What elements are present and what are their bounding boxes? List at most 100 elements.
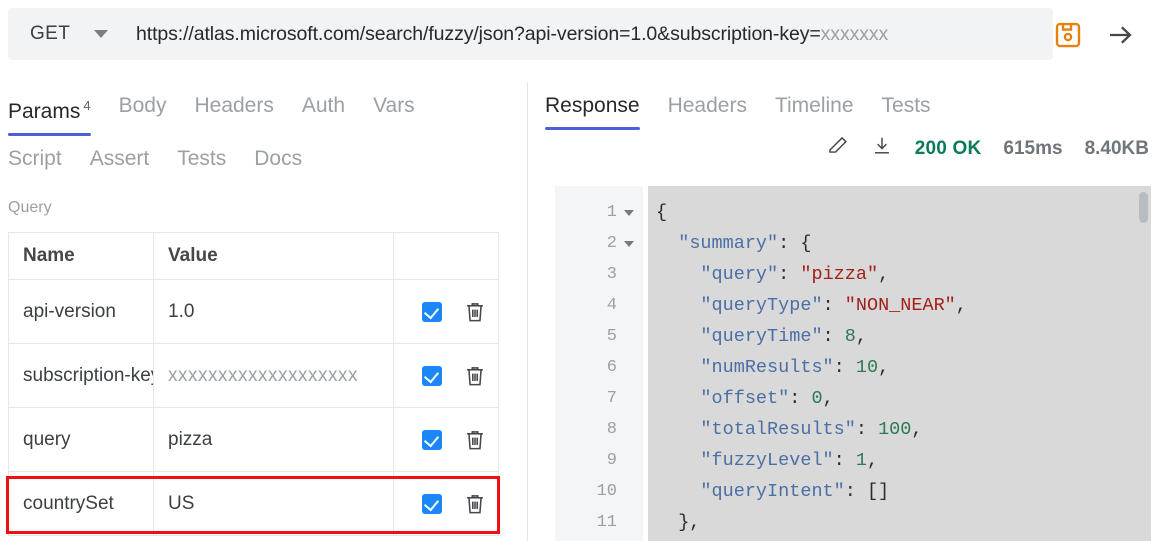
tab-headers[interactable]: Headers <box>194 92 287 120</box>
code-token: "summary" <box>678 233 779 254</box>
param-value-text: pizza <box>168 428 213 450</box>
code-token: : <box>778 264 801 285</box>
line-number-gutter: 1 2 3 4 5 6 7 8 9 10 11 <box>555 186 643 541</box>
trash-icon[interactable] <box>464 428 486 452</box>
chevron-down-icon[interactable] <box>624 209 634 216</box>
tab-response[interactable]: Response <box>545 92 654 130</box>
code-token: "pizza" <box>800 264 879 285</box>
response-size: 8.40KB <box>1084 137 1149 159</box>
param-enabled-checkbox[interactable] <box>422 365 442 386</box>
param-enabled-checkbox[interactable] <box>422 301 442 322</box>
param-actions <box>408 428 484 452</box>
code-line: "summary": { <box>648 228 1151 259</box>
tab-script-label: Script <box>8 147 62 170</box>
param-value-text: 1.0 <box>168 300 195 322</box>
code-token: : <box>833 357 856 378</box>
tab-body-label: Body <box>118 94 167 117</box>
http-method-select[interactable]: GET <box>8 8 136 60</box>
code-token: , <box>822 388 834 409</box>
chevron-down-icon[interactable] <box>624 240 634 247</box>
trash-icon[interactable] <box>464 364 486 388</box>
tab-docs[interactable]: Docs <box>254 145 316 173</box>
code-token: : [] <box>844 481 890 502</box>
param-enabled-checkbox[interactable] <box>422 493 442 514</box>
param-value-cell[interactable]: 1.0 <box>153 279 394 344</box>
eraser-icon[interactable] <box>827 135 849 162</box>
param-name-cell[interactable]: api-version <box>8 279 154 344</box>
code-line: "queryTime": 8, <box>648 321 1151 352</box>
table-row[interactable]: countrySet US <box>8 471 499 536</box>
code-line: }, <box>648 507 1151 538</box>
param-actions-cell <box>393 471 499 536</box>
line-number-text: 6 <box>606 358 617 377</box>
param-value-cell[interactable]: pizza <box>153 407 394 472</box>
line-number: 11 <box>555 507 643 538</box>
status-badge: 200 OK <box>914 137 982 159</box>
param-name-cell[interactable]: query <box>8 407 154 472</box>
tab-body[interactable]: Body <box>119 92 181 120</box>
request-tabs-secondary: Script Assert Tests Docs <box>8 145 330 173</box>
chevron-down-icon <box>94 30 109 38</box>
tab-vars[interactable]: Vars <box>373 92 429 120</box>
table-row[interactable]: query pizza <box>8 407 499 472</box>
tab-params[interactable]: Params 4 <box>8 92 105 136</box>
save-request-button[interactable] <box>1053 20 1083 50</box>
param-value-cell[interactable]: US <box>153 471 394 536</box>
code-token: : <box>822 326 845 347</box>
code-token: : { <box>778 233 812 254</box>
tab-assert[interactable]: Assert <box>90 145 164 173</box>
url-bar[interactable]: GET https://atlas.microsoft.com/search/f… <box>8 8 1053 60</box>
param-name-cell[interactable]: countrySet <box>8 471 154 536</box>
tab-docs-label: Docs <box>254 147 303 170</box>
code-token: , <box>911 419 923 440</box>
table-row[interactable]: api-version 1.0 <box>8 279 499 344</box>
tab-timeline[interactable]: Timeline <box>775 92 868 120</box>
tab-tests[interactable]: Tests <box>177 145 240 173</box>
code-vertical-scrollbar[interactable] <box>1139 192 1148 535</box>
json-code-area[interactable]: { "summary": { "query": "pizza", "queryT… <box>648 186 1151 541</box>
param-actions-cell <box>393 279 499 344</box>
code-token: , <box>855 326 867 347</box>
tab-response-headers[interactable]: Headers <box>668 92 761 120</box>
line-number-text: 3 <box>606 265 617 284</box>
code-token: , <box>866 450 879 471</box>
line-number-text: 8 <box>606 420 617 439</box>
param-name-cell[interactable]: subscription-key <box>8 343 154 408</box>
param-value-cell[interactable]: xxxxxxxxxxxxxxxxxxx <box>153 343 394 408</box>
url-input[interactable]: https://atlas.microsoft.com/search/fuzzy… <box>136 23 888 46</box>
column-header-value[interactable]: Value <box>153 232 394 280</box>
tab-assert-label: Assert <box>89 147 150 170</box>
tab-script[interactable]: Script <box>8 145 76 173</box>
code-token: , <box>878 264 890 285</box>
code-line: { <box>648 197 1151 228</box>
code-line: "query": "pizza", <box>648 259 1151 290</box>
query-params-body: api-version 1.0 subscription-key xxxxxxxxxx… <box>8 279 499 536</box>
column-header-name[interactable]: Name <box>8 232 154 280</box>
url-text-masked-key: xxxxxxx <box>820 22 889 45</box>
trash-icon[interactable] <box>464 300 486 324</box>
code-scrollbar-thumb[interactable] <box>1139 192 1148 223</box>
code-token: , <box>878 357 890 378</box>
line-number: 5 <box>555 321 643 352</box>
download-icon[interactable] <box>871 135 893 162</box>
tab-response-tests[interactable]: Tests <box>882 92 945 120</box>
table-header-row: Name Value <box>8 232 499 280</box>
table-row[interactable]: subscription-key xxxxxxxxxxxxxxxxxxx <box>8 343 499 408</box>
tab-response-label: Response <box>545 94 640 117</box>
response-body-viewer[interactable]: 1 2 3 4 5 6 7 8 9 10 11 { "summary": { "query": "p… <box>555 186 1151 541</box>
param-actions <box>408 492 484 516</box>
code-token: "totalResults" <box>700 419 856 440</box>
code-token: "offset" <box>700 388 790 409</box>
line-number-text: 9 <box>606 451 617 470</box>
code-line: "fuzzyLevel": 1, <box>648 445 1151 476</box>
send-request-button[interactable] <box>1104 20 1136 50</box>
trash-icon[interactable] <box>464 492 486 516</box>
query-params-table: Name Value api-version 1.0 subscription-ke… <box>8 232 499 536</box>
param-enabled-checkbox[interactable] <box>422 429 442 450</box>
tab-auth[interactable]: Auth <box>302 92 359 120</box>
